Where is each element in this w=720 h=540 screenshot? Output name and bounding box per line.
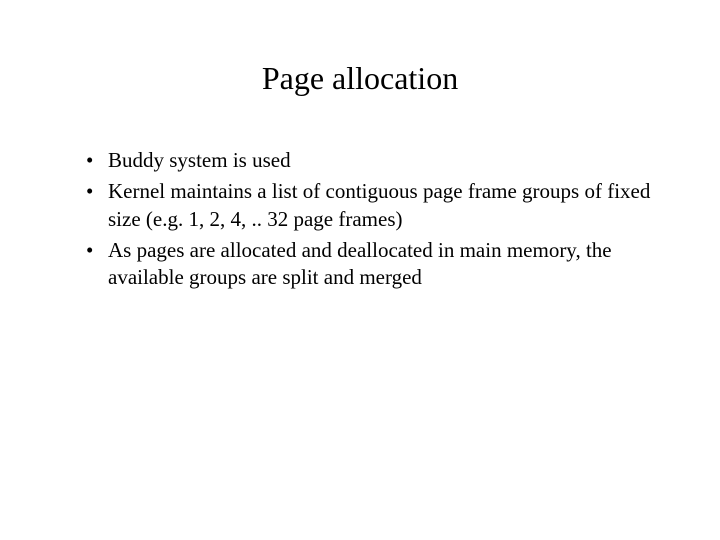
list-item: Kernel maintains a list of contiguous pa… xyxy=(90,178,655,233)
slide-title: Page allocation xyxy=(65,60,655,97)
slide-container: Page allocation Buddy system is used Ker… xyxy=(0,0,720,540)
bullet-list: Buddy system is used Kernel maintains a … xyxy=(65,147,655,291)
list-item: As pages are allocated and deallocated i… xyxy=(90,237,655,292)
list-item: Buddy system is used xyxy=(90,147,655,174)
